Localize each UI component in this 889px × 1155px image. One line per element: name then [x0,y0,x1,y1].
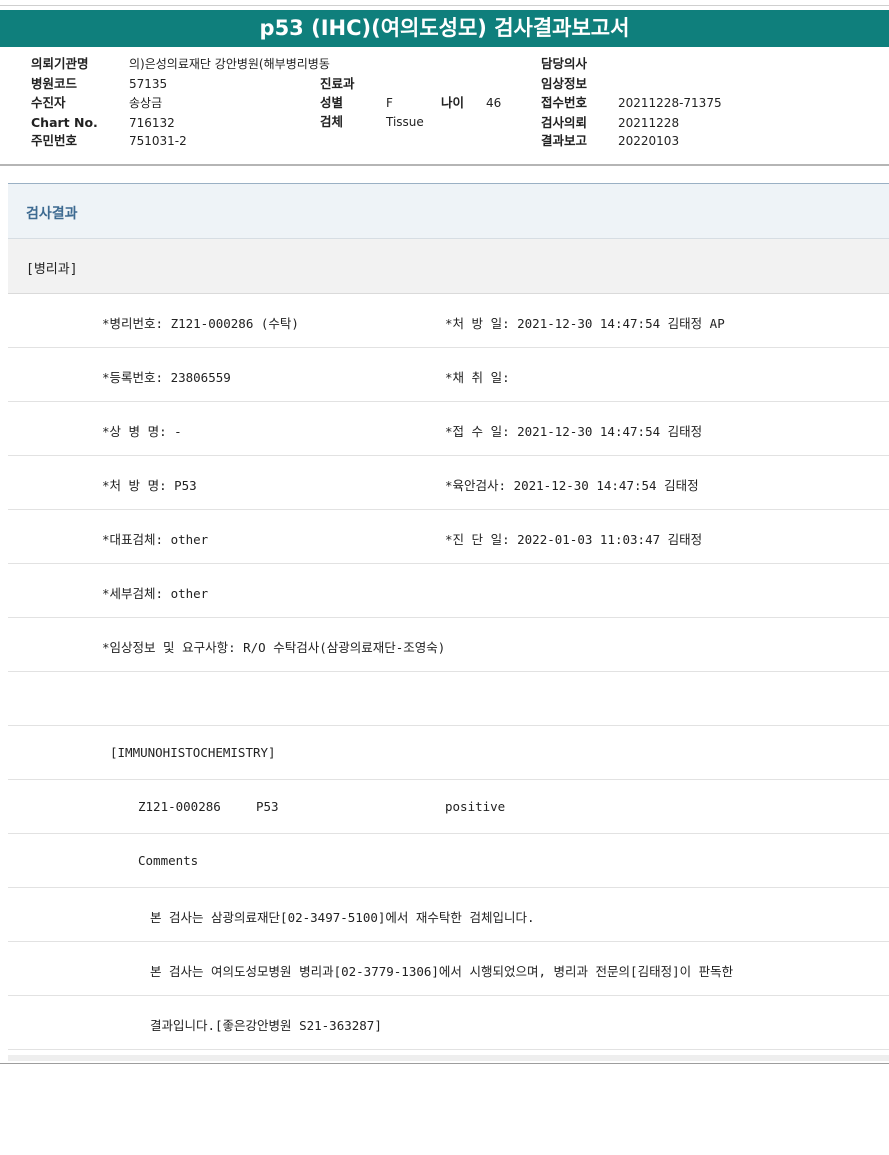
hospital-code-label: 병원코드 [31,76,78,91]
table-row: *상 병 명: - *접 수 일: 2021-12-30 14:47:54 김태… [8,402,889,456]
patient-label: 수진자 [31,95,66,110]
department-label: 진료과 [320,76,355,91]
institution-value: 의)은성의료재단 강안병원(해부병리병동 [129,57,330,71]
pathology-no-field: *병리번호: Z121-000286 (수탁) [102,316,299,331]
resident-no-label: 주민번호 [31,133,78,148]
table-row: [IMMUNOHISTOCHEMISTRY] [8,726,889,780]
ihc-marker: P53 [256,799,279,814]
request-value: 20211228 [618,116,680,130]
clinical-info-label: 임상정보 [541,76,588,91]
registration-no-field: *등록번호: 23806559 [102,370,231,385]
clinical-request-field: *임상정보 및 요구사항: R/O 수탁검사(삼광의료재단-조영숙) [102,640,446,655]
doctor-label: 담당의사 [541,56,588,71]
diagnosis-name-field: *상 병 명: - [102,424,182,439]
result-section-header: 검사결과 [8,184,889,239]
specimen-value: Tissue [386,115,424,129]
institution-label: 의뢰기관명 [31,56,89,71]
department-row: [병리과] [8,239,889,294]
table-row: *등록번호: 23806559 *채 취 일: [8,348,889,402]
table-row: 본 검사는 삼광의료재단[02-3497-5100]에서 재수탁한 검체입니다. [8,888,889,942]
receipt-date-field: *접 수 일: 2021-12-30 14:47:54 김태정 [445,424,703,439]
table-row: Comments [8,834,889,888]
chart-no-label: Chart No. [31,115,98,130]
ihc-case-no: Z121-000286 [138,799,221,814]
report-value: 20220103 [618,134,680,148]
ihc-heading: [IMMUNOHISTOCHEMISTRY] [110,745,276,760]
specimen-label: 검체 [320,114,344,129]
sex-label: 성별 [320,95,344,110]
age-value: 46 [486,96,502,110]
age-label: 나이 [441,95,465,110]
receipt-no-label: 접수번호 [541,95,588,110]
diagnosis-date-field: *진 단 일: 2022-01-03 11:03:47 김태정 [445,532,703,547]
chart-no-value: 716132 [129,116,175,130]
main-specimen-field: *대표검체: other [102,532,209,547]
collection-date-field: *채 취 일: [445,370,510,385]
table-row: 본 검사는 여의도성모병원 병리과[02-3779-1306]에서 시행되었으며… [8,942,889,996]
table-row: Z121-000286 P53 positive [8,780,889,834]
order-date-field: *처 방 일: 2021-12-30 14:47:54 김태정 AP [445,316,725,331]
section-footer-bar [8,1055,889,1061]
header-divider [0,164,889,166]
table-row: *세부검체: other [8,564,889,618]
report-label: 결과보고 [541,133,588,148]
order-name-field: *처 방 명: P53 [102,478,197,493]
comments-label: Comments [138,853,199,868]
table-row: *처 방 명: P53 *육안검사: 2021-12-30 14:47:54 김… [8,456,889,510]
sub-specimen-field: *세부검체: other [102,586,209,601]
sex-value: F [386,96,393,110]
table-row: *대표검체: other *진 단 일: 2022-01-03 11:03:47… [8,510,889,564]
request-label: 검사의뢰 [541,115,588,130]
ihc-result: positive [445,799,506,814]
comment-line-2: 본 검사는 여의도성모병원 병리과[02-3779-1306]에서 시행되었으며… [150,964,734,979]
report-title: p53 (IHC)(여의도성모) 검사결과보고서 [0,10,889,47]
table-row-empty [8,672,889,726]
result-section-title: 검사결과 [26,206,78,222]
gross-exam-field: *육안검사: 2021-12-30 14:47:54 김태정 [445,478,699,493]
top-divider [0,5,889,6]
table-row: 결과입니다.[좋은강안병원 S21-363287] [8,996,889,1050]
comment-line-3: 결과입니다.[좋은강안병원 S21-363287] [150,1018,382,1033]
resident-no-value: 751031-2 [129,134,187,148]
patient-value: 송상금 [129,96,163,110]
hospital-code-value: 57135 [129,77,168,91]
table-row: *병리번호: Z121-000286 (수탁) *처 방 일: 2021-12-… [8,294,889,348]
table-row: *임상정보 및 요구사항: R/O 수탁검사(삼광의료재단-조영숙) [8,618,889,672]
department-name: [병리과] [26,262,78,277]
comment-line-1: 본 검사는 삼광의료재단[02-3497-5100]에서 재수탁한 검체입니다. [150,910,535,925]
result-section: 검사결과 [병리과] *병리번호: Z121-000286 (수탁) *처 방 … [8,183,889,1056]
receipt-no-value: 20211228-71375 [618,96,722,110]
bottom-divider [0,1063,889,1064]
